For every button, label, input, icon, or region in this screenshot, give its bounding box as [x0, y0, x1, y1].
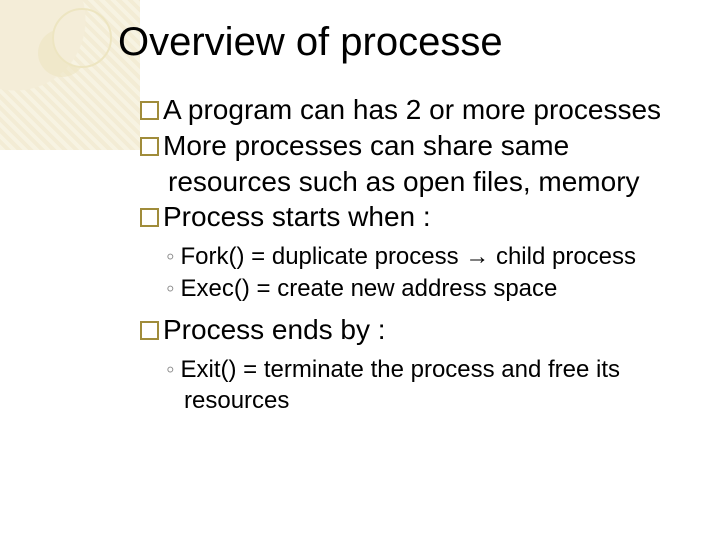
bullet-text: A program can has 2 or more processes	[163, 94, 661, 125]
bullet-text: Exit() = terminate the process and free …	[181, 356, 621, 414]
bullet-text: Exec() = create new address space	[181, 275, 558, 302]
square-bullet-icon	[140, 208, 159, 227]
slide-body: A program can has 2 or more processes Mo…	[140, 92, 670, 424]
slide-title: Overview of processe	[118, 20, 503, 65]
bullet-text: Process ends by :	[163, 314, 386, 345]
sub-bullet-group: ◦Fork() = duplicate process → child proc…	[140, 241, 670, 303]
ring-bullet-icon: ◦	[166, 243, 175, 270]
bullet-text: More processes can share same resources …	[163, 130, 640, 197]
bullet-level1: A program can has 2 or more processes	[140, 92, 670, 128]
bullet-level1: More processes can share same resources …	[140, 128, 670, 200]
bullet-level2: ◦Exec() = create new address space	[140, 273, 670, 304]
square-bullet-icon	[140, 321, 159, 340]
square-bullet-icon	[140, 101, 159, 120]
sub-bullet-group: ◦Exit() = terminate the process and free…	[140, 354, 670, 416]
bullet-level1: Process starts when :	[140, 199, 670, 235]
square-bullet-icon	[140, 137, 159, 156]
slide: Overview of processe A program can has 2…	[0, 0, 720, 540]
bullet-level2: ◦Exit() = terminate the process and free…	[140, 354, 670, 416]
ring-bullet-icon: ◦	[166, 275, 175, 302]
ring-bullet-icon: ◦	[166, 356, 175, 383]
bullet-text: Process starts when :	[163, 201, 431, 232]
bullet-text: Fork() = duplicate process → child proce…	[181, 243, 637, 270]
bullet-level1: Process ends by :	[140, 312, 670, 348]
bullet-level2: ◦Fork() = duplicate process → child proc…	[140, 241, 670, 272]
